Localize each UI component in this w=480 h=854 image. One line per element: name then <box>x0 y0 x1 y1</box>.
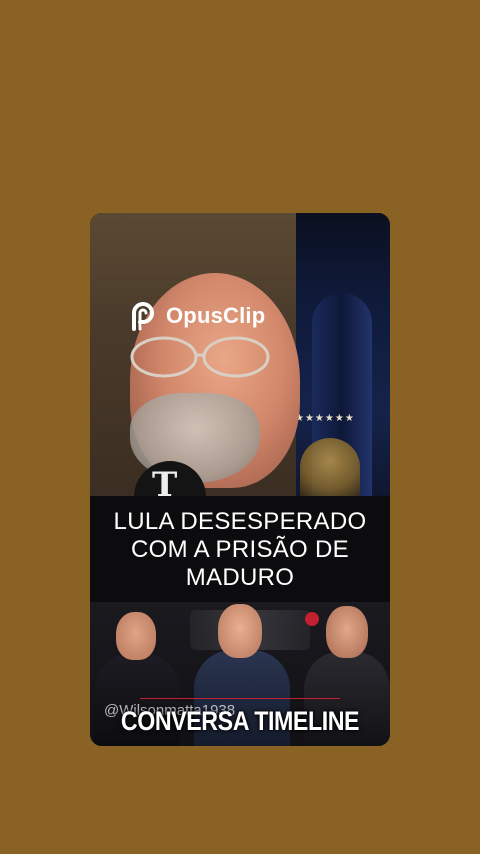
microphone-logo: T <box>152 465 178 496</box>
glasses-image <box>130 336 270 378</box>
host-center-head <box>218 604 262 658</box>
headline-line-1: LULA DESESPERADO <box>113 508 367 535</box>
seal-emblem <box>300 438 360 496</box>
app-background: { "watermark": { "brand": "OpusClip", "i… <box>0 0 480 854</box>
video-card[interactable]: ★★★★★★ T OpusClip LULA DESESPERADO COM A… <box>90 213 390 746</box>
headline-line-3: MADURO <box>185 564 295 591</box>
host-left-head <box>116 612 156 660</box>
opusclip-watermark: OpusClip <box>126 299 265 333</box>
studio-light-red <box>305 612 319 626</box>
stars-decoration: ★★★★★★ <box>295 413 355 424</box>
host-right-head <box>326 606 368 658</box>
video-frame-thumbnail: @Wilsonmatta1938 CONVERSA TIMELINE <box>90 602 390 746</box>
lower-third-rule <box>140 698 340 699</box>
headline-banner: LULA DESESPERADO COM A PRISÃO DE MADURO <box>90 496 390 602</box>
headline-line-2: COM A PRISÃO DE <box>131 536 349 563</box>
headline-text: LULA DESESPERADO COM A PRISÃO DE MADURO <box>90 508 390 592</box>
watermark-brand-text: OpusClip <box>166 303 266 328</box>
thumbnail-title: CONVERSA TIMELINE <box>120 706 360 736</box>
opusclip-logo-icon <box>132 302 155 331</box>
video-frame-main: ★★★★★★ T OpusClip <box>90 213 390 496</box>
